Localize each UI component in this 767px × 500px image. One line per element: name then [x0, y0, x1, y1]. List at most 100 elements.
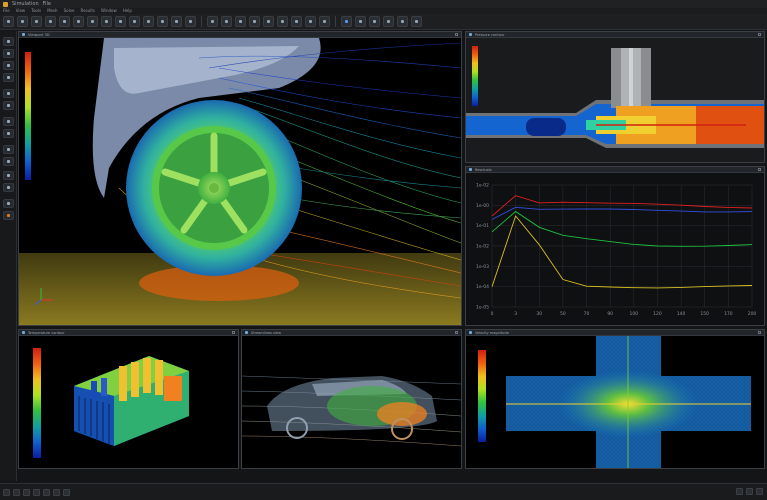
run-solver-icon[interactable] — [207, 16, 218, 27]
app-subtitle: File — [42, 1, 52, 7]
network-icon[interactable] — [53, 488, 60, 496]
close-icon[interactable] — [455, 331, 458, 334]
search-icon[interactable] — [341, 16, 352, 27]
fit-view-icon[interactable] — [129, 16, 140, 27]
volume-tool-icon[interactable] — [3, 101, 14, 110]
velocity-panel-icon — [469, 331, 472, 334]
app-window: Simulation File File View Tools Mesh Sol… — [0, 0, 767, 500]
single-view-icon[interactable] — [746, 488, 753, 495]
x-tick-label: 100 — [630, 311, 639, 317]
clip-plane-icon[interactable] — [263, 16, 274, 27]
panel-title: Pressure contour — [475, 32, 505, 37]
light-tool-icon[interactable] — [3, 171, 14, 180]
render-tool-icon[interactable] — [3, 183, 14, 192]
zoom-out-icon[interactable] — [115, 16, 126, 27]
zoom-in-icon[interactable] — [101, 16, 112, 27]
clock-icon[interactable] — [63, 488, 70, 496]
close-icon[interactable] — [455, 33, 458, 36]
status-bar — [0, 483, 767, 500]
material-tool-icon[interactable] — [3, 129, 14, 138]
x-tick-label: 170 — [724, 311, 733, 317]
toolbar-divider — [335, 16, 336, 27]
import-icon[interactable] — [45, 16, 56, 27]
settings-icon[interactable] — [411, 16, 422, 27]
y-tick-label: 1e-02 — [476, 244, 489, 250]
stop-icon[interactable] — [235, 16, 246, 27]
viewport-main-panel[interactable]: Viewport 3D — [18, 31, 462, 326]
y-tick-label: 1e-04 — [476, 284, 489, 290]
contour-icon[interactable] — [291, 16, 302, 27]
rotate-tool-icon[interactable] — [3, 61, 14, 70]
log-icon[interactable] — [13, 488, 20, 496]
status-right-group — [736, 488, 763, 495]
heatsink-panel[interactable]: Temperature contour — [18, 329, 239, 469]
boundary-tool-icon[interactable] — [3, 117, 14, 126]
x-tick-label: 0 — [491, 311, 494, 317]
x-tick-label: 120 — [653, 311, 662, 317]
mesh-icon[interactable] — [171, 16, 182, 27]
camera-icon[interactable] — [355, 16, 366, 27]
fullscreen-icon[interactable] — [756, 488, 763, 495]
colormap-legend — [25, 52, 31, 180]
close-icon[interactable] — [758, 33, 761, 36]
title-bar: Simulation File — [0, 0, 767, 8]
chart-panel-icon — [469, 168, 472, 171]
close-icon[interactable] — [758, 168, 761, 171]
x-tick-label: 90 — [607, 311, 613, 317]
colormap-legend — [478, 350, 486, 442]
y-tick-label: 1e-03 — [476, 264, 489, 270]
layout-icon[interactable] — [369, 16, 380, 27]
left-tool-strip — [0, 31, 17, 481]
grid-view-icon[interactable] — [736, 488, 743, 495]
car-streamlines-render — [242, 336, 461, 468]
y-tick-label: 1e-01 — [476, 223, 489, 229]
toolbar-divider — [201, 16, 202, 27]
valve-contour-render — [466, 38, 764, 162]
junction-panel[interactable]: Velocity magnitude — [465, 329, 765, 469]
surface-tool-icon[interactable] — [3, 89, 14, 98]
highlight-tool-icon[interactable] — [3, 211, 14, 220]
app-logo-icon — [3, 1, 8, 7]
scale-tool-icon[interactable] — [3, 73, 14, 82]
streamline-icon[interactable] — [277, 16, 288, 27]
transform-icon[interactable] — [397, 16, 408, 27]
measure-tool-icon[interactable] — [3, 157, 14, 166]
y-tick-label: 1e-02 — [476, 183, 489, 189]
axes-icon[interactable] — [383, 16, 394, 27]
geometry-icon[interactable] — [185, 16, 196, 27]
viewport-icon — [22, 33, 25, 36]
residuals-panel[interactable]: Residuals 1e-02 1e-00 1e-01 1e-02 1e-03 1e-04… — [465, 166, 765, 326]
move-tool-icon[interactable] — [3, 49, 14, 58]
streamline-panel-icon — [245, 331, 248, 334]
memory-icon[interactable] — [43, 488, 50, 496]
progress-icon[interactable] — [33, 488, 40, 496]
console-icon[interactable] — [3, 488, 10, 496]
close-icon[interactable] — [232, 331, 235, 334]
pan-icon[interactable] — [157, 16, 168, 27]
rotate-icon[interactable] — [143, 16, 154, 27]
redo-icon[interactable] — [87, 16, 98, 27]
probe-tool-icon[interactable] — [3, 145, 14, 154]
undo-icon[interactable] — [73, 16, 84, 27]
panel-title: Temperature contour — [28, 330, 65, 335]
valve-panel[interactable]: Pressure contour — [465, 31, 765, 163]
x-tick-label: 140 — [677, 311, 686, 317]
pause-icon[interactable] — [221, 16, 232, 27]
new-file-icon[interactable] — [3, 16, 14, 27]
layers-tool-icon[interactable] — [3, 199, 14, 208]
warning-icon[interactable] — [23, 488, 30, 496]
colormap-icon[interactable] — [319, 16, 330, 27]
main-toolbar — [0, 14, 767, 30]
save-icon[interactable] — [31, 16, 42, 27]
probe-icon[interactable] — [249, 16, 260, 27]
open-folder-icon[interactable] — [17, 16, 28, 27]
panel-title: Streamlines view — [251, 330, 281, 335]
select-tool-icon[interactable] — [3, 37, 14, 46]
car-streamlines-panel[interactable]: Streamlines view — [241, 329, 462, 469]
close-icon[interactable] — [758, 331, 761, 334]
car-wheel-render — [19, 38, 461, 325]
panel-title: Viewport 3D — [28, 32, 50, 37]
export-icon[interactable] — [59, 16, 70, 27]
x-tick-label: 70 — [584, 311, 590, 317]
vector-icon[interactable] — [305, 16, 316, 27]
